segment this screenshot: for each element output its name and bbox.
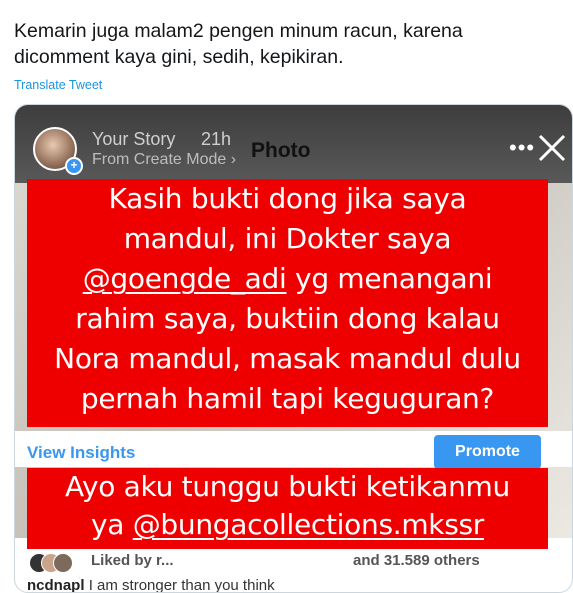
tweet-text: Kemarin juga malam2 pengen minum racun, … bbox=[14, 20, 463, 68]
red-box-1-line-3: @goengde_adi yg menangani bbox=[27, 259, 548, 299]
red-box-1-line-1: Kasih bukti dong jika saya bbox=[108, 182, 467, 215]
red-box-1-line-2: mandul, ini Dokter saya bbox=[123, 222, 452, 255]
red-text-box-2: Ayo aku tunggu bukti ketikanmu ya @bunga… bbox=[27, 468, 548, 556]
story-label: Your Story bbox=[92, 129, 176, 149]
red-box-2-line-1: Ayo aku tunggu bukti ketikanmu bbox=[65, 470, 510, 503]
post-caption: ncdnapl I am stronger than you think bbox=[27, 577, 275, 593]
story-source: From Create Mode › bbox=[92, 151, 237, 168]
caption-text: I am stronger than you think bbox=[88, 577, 275, 593]
red-box-1-line-3-rest: yg menangani bbox=[286, 262, 493, 295]
promote-button: Promote bbox=[434, 435, 541, 469]
likes-count: and 31.589 others bbox=[353, 552, 480, 569]
liked-by-text: Liked by r... bbox=[91, 552, 174, 569]
red-box-1-line-6: pernah hamil tapi keguguran? bbox=[80, 382, 495, 415]
liked-avatars bbox=[29, 553, 73, 573]
red-box-2-prefix: ya bbox=[90, 508, 133, 541]
red-box-1-line-5: Nora mandul, masak mandul dulu bbox=[54, 342, 521, 375]
tweet-media-image[interactable]: + Your Story 21h From Create Mode › Phot… bbox=[14, 104, 573, 593]
red-box-2-line-2: ya @bungacollections.mkssr bbox=[27, 506, 548, 544]
red-box-1-line-4: rahim saya, buktiin dong kalau bbox=[75, 302, 500, 335]
caption-username: ncdnapl bbox=[27, 577, 85, 593]
liked-avatar bbox=[53, 553, 73, 573]
close-icon bbox=[538, 134, 566, 162]
doctor-mention: @goengde_adi bbox=[82, 262, 287, 295]
add-story-icon: + bbox=[65, 157, 83, 175]
translate-tweet-link[interactable]: Translate Tweet bbox=[14, 78, 102, 92]
more-options-icon: ••• bbox=[509, 135, 536, 160]
red-text-box-1: Kasih bukti dong jika saya mandul, ini D… bbox=[27, 179, 548, 427]
account-mention: @bungacollections.mkssr bbox=[132, 508, 485, 541]
view-insights-link: View Insights bbox=[27, 443, 136, 462]
photo-title: Photo bbox=[251, 139, 311, 162]
story-time: 21h bbox=[201, 129, 232, 149]
